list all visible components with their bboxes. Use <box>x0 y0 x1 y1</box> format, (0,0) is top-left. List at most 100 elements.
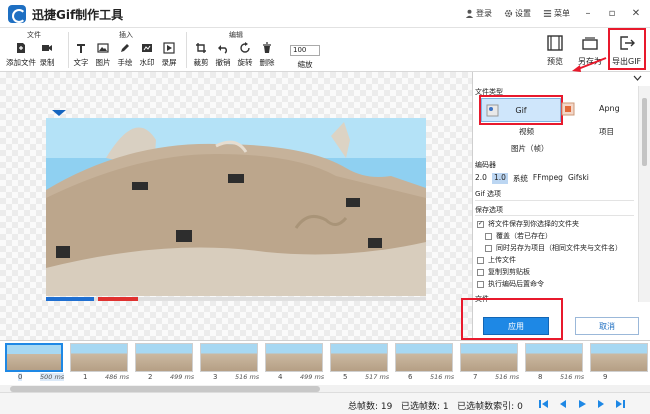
delete-label: 删除 <box>259 58 275 67</box>
export-panel: 文件类型 Gif Apng 视频 项目 图片（帧） 编码器 2.0 1.0 系统… <box>461 72 650 340</box>
preview-button[interactable]: 预览 <box>546 34 564 67</box>
text-button[interactable]: 文字 <box>70 42 92 68</box>
option-run-command[interactable]: 执行编码后置命令 <box>477 279 544 289</box>
timeline-frame[interactable]: 8 516 ms <box>522 341 586 383</box>
copy-clipboard-checkbox[interactable] <box>477 268 484 276</box>
frame-timeline: 0 500 ms 1 486 ms 2 499 ms 3 516 ms 4 49… <box>0 340 650 393</box>
frame-navigation <box>538 398 626 410</box>
minimize-button[interactable]: – <box>582 7 594 19</box>
encoder-option-1-selected[interactable]: 1.0 <box>491 173 508 184</box>
maximize-button[interactable]: ▫ <box>606 7 618 19</box>
pen-icon <box>121 44 129 52</box>
option-save-folder[interactable]: ✓ 将文件保存到你选择的文件夹 <box>477 219 579 229</box>
encoder-option-ffmpeg[interactable]: FFmpeg <box>533 173 563 184</box>
frame-duration: 499 ms <box>170 373 195 381</box>
frame-thumbnail <box>200 343 258 372</box>
type-apng-option[interactable]: Apng <box>599 104 620 113</box>
frame-duration: 516 ms <box>560 373 585 381</box>
watermark-button[interactable]: 水印 <box>136 42 158 68</box>
zoom-label: 缩放 <box>297 60 313 69</box>
delete-button[interactable]: 删除 <box>256 42 278 68</box>
option-copy-clipboard[interactable]: 复制到剪贴板 <box>477 267 530 277</box>
option-overwrite[interactable]: 覆盖（若已存在） <box>485 231 552 241</box>
login-label: 登录 <box>476 8 492 18</box>
encoder-option-gifski[interactable]: Gifski <box>568 173 589 184</box>
panel-scrollbar[interactable] <box>638 86 650 302</box>
add-file-button[interactable]: 添加文件 <box>6 42 36 68</box>
timeline-frame[interactable]: 3 516 ms <box>197 341 261 383</box>
canvas-scrollbar[interactable] <box>46 297 426 301</box>
screen-record-icon <box>163 42 175 54</box>
type-project-option[interactable]: 项目 <box>599 126 614 137</box>
screen-record-label: 录屏 <box>161 58 177 67</box>
rotate-button[interactable]: 旋转 <box>234 42 256 68</box>
timeline-frame[interactable]: 4 499 ms <box>262 341 326 383</box>
gif-highlight-frame <box>479 95 563 125</box>
run-command-label: 执行编码后置命令 <box>488 280 544 288</box>
frame-duration: 499 ms <box>300 373 325 381</box>
undo-label: 撤销 <box>215 58 231 67</box>
save-folder-checkbox[interactable]: ✓ <box>477 220 484 228</box>
insert-group-title: 插入 <box>119 31 133 39</box>
watermark-label: 水印 <box>139 58 155 67</box>
editor-canvas <box>0 72 472 340</box>
encoder-option-2[interactable]: 2.0 <box>475 173 487 184</box>
frame-marker-icon <box>52 110 66 116</box>
first-frame-icon[interactable] <box>538 398 550 410</box>
timeline-frame[interactable]: 2 499 ms <box>132 341 196 383</box>
record-button[interactable]: 录制 <box>34 42 60 68</box>
run-command-checkbox[interactable] <box>477 280 484 288</box>
crop-button[interactable]: 裁剪 <box>190 42 212 68</box>
option-save-project[interactable]: 同时另存为项目（相同文件夹与文件名） <box>485 243 622 253</box>
timeline-frame[interactable]: 6 516 ms <box>392 341 456 383</box>
login-button[interactable]: 登录 <box>465 8 492 19</box>
selected-index-label: 已选帧数索引: 0 <box>457 402 523 412</box>
text-label: 文字 <box>73 58 89 67</box>
timeline-frame[interactable]: 5 517 ms <box>327 341 391 383</box>
image-label: 图片 <box>95 58 111 67</box>
next-frame-icon[interactable] <box>595 398 607 410</box>
frame-index: 7 <box>473 373 478 381</box>
crop-label: 裁剪 <box>193 58 209 67</box>
option-upload[interactable]: 上传文件 <box>477 255 516 265</box>
record-label: 录制 <box>39 58 55 67</box>
encoder-option-system[interactable]: 系统 <box>513 173 528 184</box>
timeline-frame[interactable]: 9 <box>587 341 650 383</box>
frame-thumbnail <box>265 343 323 372</box>
image-button[interactable]: 图片 <box>92 42 114 68</box>
frame-thumbnail <box>525 343 583 372</box>
apply-highlight-frame <box>461 298 563 340</box>
panel-collapse-icon[interactable] <box>633 75 642 82</box>
export-highlight-frame <box>608 28 646 70</box>
save-project-checkbox[interactable] <box>485 244 492 252</box>
play-icon[interactable] <box>576 398 588 410</box>
draw-button[interactable]: 手绘 <box>114 42 136 68</box>
file-group-title: 文件 <box>27 31 41 39</box>
screen-record-button[interactable]: 录屏 <box>158 42 180 68</box>
timeline-frame[interactable]: 1 486 ms <box>67 341 131 383</box>
frame-index: 3 <box>213 373 218 381</box>
type-image-frames-option[interactable]: 图片（帧） <box>511 143 549 154</box>
preview-label: 预览 <box>547 57 563 66</box>
type-video-option[interactable]: 视频 <box>519 126 534 137</box>
undo-button[interactable]: 撤销 <box>212 42 234 68</box>
gif-options-section-title: Gif 选项 <box>475 190 502 198</box>
overwrite-checkbox[interactable] <box>485 232 492 240</box>
menu-button[interactable]: 菜单 <box>543 8 570 19</box>
settings-button[interactable]: 设置 <box>504 8 531 19</box>
prev-frame-icon[interactable] <box>557 398 569 410</box>
last-frame-icon[interactable] <box>614 398 626 410</box>
timeline-frame[interactable]: 0 500 ms <box>2 341 66 383</box>
frame-duration: 516 ms <box>235 373 260 381</box>
close-button[interactable]: ✕ <box>630 7 642 19</box>
frame-duration: 500 ms <box>40 373 65 381</box>
add-file-label: 添加文件 <box>6 58 36 67</box>
zoom-input[interactable]: 100 <box>290 45 320 56</box>
edit-group-title: 编辑 <box>229 31 243 39</box>
user-icon <box>465 9 474 18</box>
frame-index: 8 <box>538 373 543 381</box>
upload-checkbox[interactable] <box>477 256 484 264</box>
frame-thumbnail <box>460 343 518 372</box>
timeline-frame[interactable]: 7 516 ms <box>457 341 521 383</box>
cancel-button[interactable]: 取消 <box>575 317 639 335</box>
